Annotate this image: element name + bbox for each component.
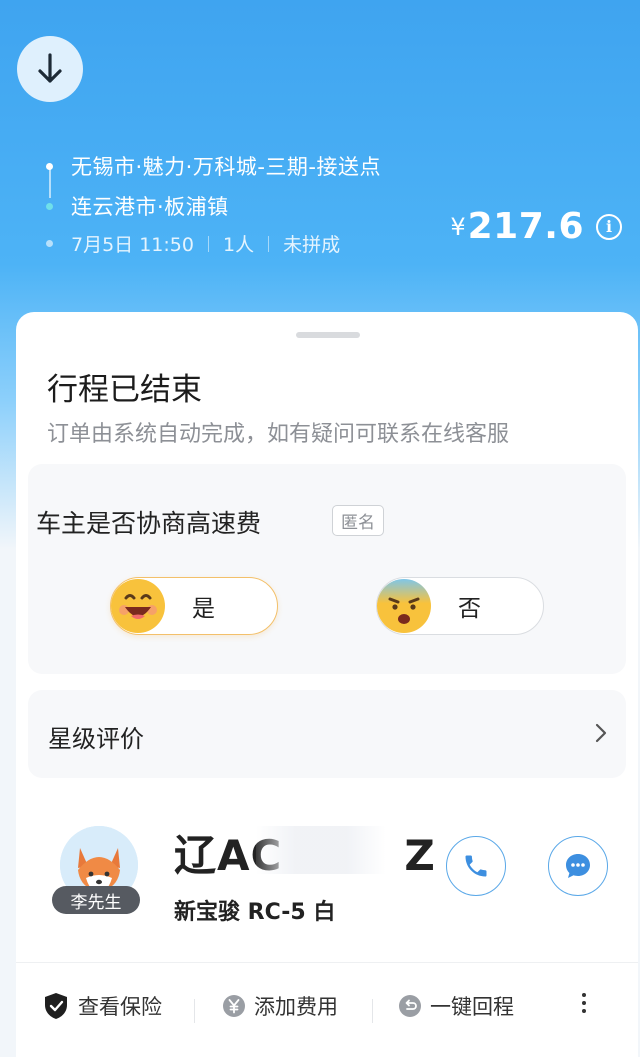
return-trip-label: 一键回程	[430, 995, 514, 1019]
happy-face-icon	[111, 579, 165, 633]
return-arrow-icon	[398, 994, 422, 1018]
meta-dot	[46, 240, 53, 247]
view-insurance-button[interactable]: 查看保险	[42, 991, 162, 1021]
destination-row: 连云港市·板浦镇	[44, 186, 381, 226]
message-driver-button[interactable]	[548, 836, 608, 896]
driver-name: 李先生	[52, 886, 140, 914]
destination-dot	[46, 202, 53, 210]
divider	[372, 999, 373, 1023]
passenger-count: 1人	[222, 234, 255, 256]
plate-blur	[256, 826, 386, 874]
route-summary: 无锡市·魅力·万科城-三期-接送点 连云港市·板浦镇	[44, 146, 381, 226]
drag-handle[interactable]	[296, 332, 360, 338]
toll-question-title: 车主是否协商高速费	[36, 509, 262, 538]
anonymous-badge: 匿名	[332, 505, 384, 536]
chevron-right-icon	[595, 723, 607, 743]
trip-header: 无锡市·魅力·万科城-三期-接送点 连云港市·板浦镇 7月5日 11:50 1人…	[0, 0, 640, 330]
trip-meta: 7月5日 11:50 1人 未拼成	[44, 230, 340, 257]
chat-icon	[566, 854, 590, 878]
plate-tail: Z	[404, 831, 436, 880]
answer-yes-button[interactable]: 是	[110, 577, 278, 635]
view-insurance-label: 查看保险	[78, 995, 162, 1019]
shocked-face-icon	[377, 579, 431, 633]
answer-yes-label: 是	[192, 596, 215, 622]
page-title: 行程已结束	[47, 372, 202, 408]
arrow-down-icon	[38, 53, 62, 83]
answer-no-label: 否	[458, 596, 481, 622]
more-options-icon[interactable]	[582, 993, 586, 1013]
info-icon[interactable]: i	[596, 213, 622, 240]
collapse-button[interactable]	[17, 36, 83, 102]
return-trip-button[interactable]: 一键回程	[398, 991, 514, 1021]
price-amount: 217.6	[467, 206, 584, 247]
destination-text: 连云港市·板浦镇	[71, 195, 229, 219]
trip-time: 7月5日 11:50	[71, 234, 194, 256]
rating-label: 星级评价	[48, 725, 144, 753]
divider	[207, 235, 209, 252]
origin-row: 无锡市·魅力·万科城-三期-接送点	[44, 146, 381, 186]
add-fee-label: 添加费用	[254, 995, 338, 1019]
add-fee-button[interactable]: 添加费用	[222, 991, 338, 1021]
trip-price[interactable]: ¥ 217.6 i	[450, 206, 622, 247]
yuan-coin-icon	[222, 994, 246, 1018]
divider	[268, 235, 270, 252]
toll-question-card	[28, 464, 626, 674]
divider	[194, 999, 195, 1023]
carpool-status: 未拼成	[283, 234, 341, 256]
phone-icon	[465, 855, 487, 877]
trip-detail-sheet: 行程已结束 订单由系统自动完成，如有疑问可联系在线客服 车主是否协商高速费 匿名…	[16, 312, 638, 1057]
call-driver-button[interactable]	[446, 836, 506, 896]
bottom-action-bar: 查看保险 添加费用 一键回程	[16, 962, 638, 1057]
origin-dot	[46, 162, 53, 170]
car-model: 新宝骏 RC-5 白	[174, 900, 336, 925]
answer-no-button[interactable]: 否	[376, 577, 544, 635]
origin-text: 无锡市·魅力·万科城-三期-接送点	[71, 155, 382, 179]
currency-symbol: ¥	[450, 212, 466, 241]
shield-check-icon	[42, 991, 70, 1021]
status-subtitle: 订单由系统自动完成，如有疑问可联系在线客服	[47, 422, 510, 447]
